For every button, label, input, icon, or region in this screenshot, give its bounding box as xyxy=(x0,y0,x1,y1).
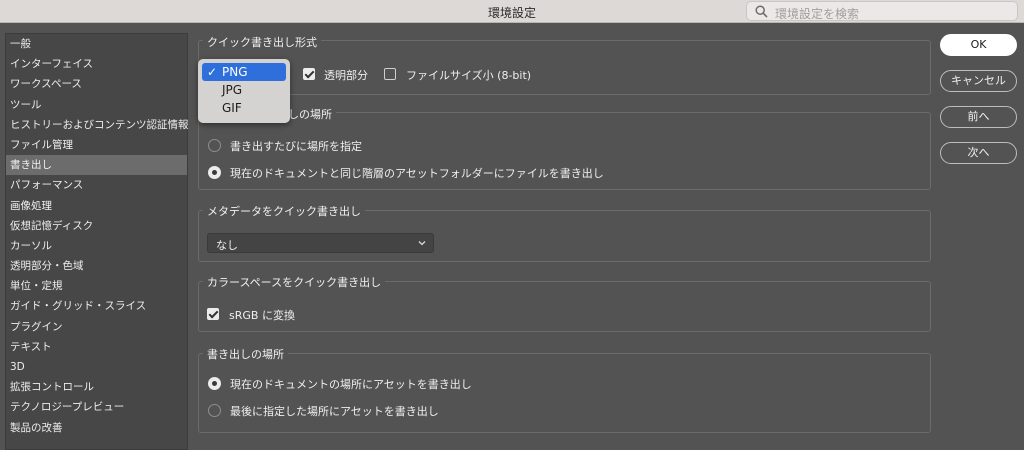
search-icon xyxy=(755,5,768,18)
sidebar-item-plugins[interactable]: プラグイン xyxy=(6,317,187,337)
sidebar-item-cursors[interactable]: カーソル xyxy=(6,236,187,256)
sidebar-item-product-improvement[interactable]: 製品の改善 xyxy=(6,418,187,438)
srgb-label: sRGB に変換 xyxy=(229,309,295,322)
sidebar-item-export[interactable]: 書き出し xyxy=(6,155,187,176)
title-bar: 環境設定 環境設定を検索 xyxy=(0,0,1024,23)
sidebar-item-image-processing[interactable]: 画像処理 xyxy=(6,196,187,216)
transparency-checkbox[interactable] xyxy=(303,68,315,80)
format-option-label: GIF xyxy=(222,101,242,115)
sidebar-item-scratch-disks[interactable]: 仮想記憶ディスク xyxy=(6,216,187,236)
sidebar-item-transparency[interactable]: 透明部分・色域 xyxy=(6,256,187,276)
sidebar-item-general[interactable]: 一般 xyxy=(6,34,187,54)
document-location-radio[interactable] xyxy=(208,377,221,390)
sidebar-item-tools[interactable]: ツール xyxy=(6,95,187,115)
sidebar-item-enhanced-controls[interactable]: 拡張コントロール xyxy=(6,377,187,397)
format-dropdown-menu: ✓ PNG JPG GIF xyxy=(198,59,290,123)
quick-export-location-title: しの場所 xyxy=(284,106,336,122)
last-location-label: 最後に指定した場所にアセットを書き出し xyxy=(230,405,439,418)
document-location-label: 現在のドキュメントの場所にアセットを書き出し xyxy=(230,378,472,391)
sidebar-item-file-handling[interactable]: ファイル管理 xyxy=(6,135,187,155)
ok-button[interactable]: OK xyxy=(940,34,1017,56)
last-location-radio[interactable] xyxy=(208,404,221,417)
asset-folder-radio[interactable] xyxy=(208,166,221,179)
next-button[interactable]: 次へ xyxy=(940,142,1017,164)
colorspace-title: カラースペースをクイック書き出し xyxy=(203,274,386,290)
asset-folder-label: 現在のドキュメントと同じ階層のアセットフォルダーにファイルを書き出し xyxy=(230,167,604,180)
metadata-select[interactable]: なし xyxy=(207,233,434,253)
format-option-jpg[interactable]: JPG xyxy=(202,81,286,99)
sidebar-item-3d[interactable]: 3D xyxy=(6,357,187,377)
metadata-title: メタデータをクイック書き出し xyxy=(203,203,365,219)
transparency-label: 透明部分 xyxy=(324,69,368,82)
export-location-group xyxy=(198,353,931,433)
sidebar-item-performance[interactable]: パフォーマンス xyxy=(6,175,187,195)
format-option-gif[interactable]: GIF xyxy=(202,99,286,117)
format-option-label: PNG xyxy=(222,65,248,79)
quick-export-format-title: クイック書き出し形式 xyxy=(203,34,321,50)
sidebar-item-tech-previews[interactable]: テクノロジープレビュー xyxy=(6,397,187,417)
chevron-down-icon xyxy=(418,241,426,246)
small-file-checkbox[interactable] xyxy=(384,68,396,80)
export-location-title: 書き出しの場所 xyxy=(203,346,288,362)
ask-each-time-radio[interactable] xyxy=(208,139,221,152)
sidebar-item-history[interactable]: ヒストリーおよびコンテンツ認証情報 xyxy=(6,115,189,135)
search-placeholder: 環境設定を検索 xyxy=(775,7,860,21)
small-file-label: ファイルサイズ小 (8-bit) xyxy=(406,69,532,82)
search-field[interactable]: 環境設定を検索 xyxy=(746,1,1018,21)
checkmark-icon: ✓ xyxy=(207,65,218,79)
prev-button[interactable]: 前へ xyxy=(940,106,1017,128)
preferences-sidebar: 一般 インターフェイス ワークスペース ツール ヒストリーおよびコンテンツ認証情… xyxy=(5,33,189,450)
metadata-select-value: なし xyxy=(216,239,238,252)
format-option-label: JPG xyxy=(222,83,243,97)
format-option-png[interactable]: ✓ PNG xyxy=(202,63,286,81)
sidebar-item-units[interactable]: 単位・定規 xyxy=(6,276,187,296)
sidebar-item-type[interactable]: テキスト xyxy=(6,337,187,357)
srgb-checkbox[interactable] xyxy=(207,308,219,320)
sidebar-item-guides[interactable]: ガイド・グリッド・スライス xyxy=(6,296,187,316)
ask-each-time-label: 書き出すたびに場所を指定 xyxy=(230,140,362,153)
cancel-button[interactable]: キャンセル xyxy=(940,70,1017,92)
sidebar-item-interface[interactable]: インターフェイス xyxy=(6,54,187,74)
sidebar-item-workspace[interactable]: ワークスペース xyxy=(6,74,187,94)
